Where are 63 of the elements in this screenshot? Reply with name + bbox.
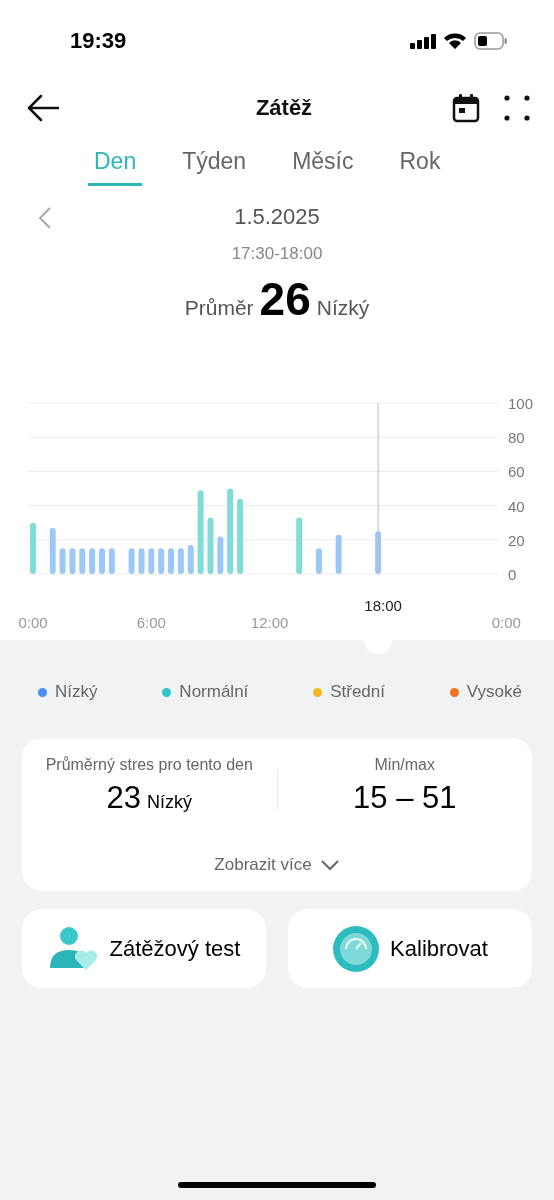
chart-bar <box>79 548 86 574</box>
y-axis-label: 80 <box>508 429 525 447</box>
y-axis-label: 40 <box>508 497 525 515</box>
chart-bar <box>177 548 184 574</box>
chart-bar <box>168 548 175 574</box>
show-more-button[interactable]: Zobrazit více <box>214 855 340 875</box>
date-label: 1.5.2025 <box>234 204 320 230</box>
x-axis-label: 6:00 <box>136 614 166 631</box>
chart-bar <box>217 536 224 574</box>
time-range: 17:30-18:00 <box>230 244 324 264</box>
min-max-value: 15 – 51 <box>353 780 457 816</box>
legend-label: Nízký <box>55 682 98 702</box>
chart-bar <box>315 548 322 574</box>
x-axis-label: 0:00 <box>491 614 521 631</box>
min-max-label: Min/max <box>374 756 435 774</box>
average-level: Nízký <box>316 296 370 320</box>
battery-icon <box>474 32 508 50</box>
back-button[interactable] <box>26 93 60 123</box>
chart-bar <box>335 534 342 574</box>
y-axis-label: 60 <box>508 463 525 481</box>
chart-bar <box>69 548 76 574</box>
chart-bar <box>49 527 56 574</box>
selected-time: 18:00 <box>364 597 402 614</box>
y-axis-label: 0 <box>508 566 517 583</box>
chart-bar <box>108 548 115 574</box>
chart-bar <box>148 548 155 574</box>
legend-label: Normální <box>179 682 249 702</box>
chart-bar <box>158 548 165 574</box>
action-button[interactable]: Kalibrovat <box>288 909 532 988</box>
calendar-button[interactable] <box>452 93 480 123</box>
average-value: 26 <box>259 272 311 326</box>
average-stress-level: Nízký <box>147 792 192 813</box>
chart-bar <box>99 548 105 574</box>
more-button[interactable] <box>504 95 530 121</box>
x-axis-label: 0:00 <box>18 614 48 631</box>
average-stress-value: 23 <box>106 780 141 816</box>
page-title: Zátěž <box>254 95 314 121</box>
gauge-icon <box>332 924 381 973</box>
x-axis-label: 12:00 <box>250 614 289 631</box>
period-tab[interactable]: Měsíc <box>286 141 360 186</box>
legend-label: Vysoké <box>466 682 522 702</box>
signal-icon <box>410 33 436 49</box>
legend-label: Střední <box>330 682 385 702</box>
chart-bar <box>59 548 66 574</box>
average-label: Průměr <box>184 296 254 320</box>
period-tab[interactable]: Rok <box>393 141 447 186</box>
chart-bar <box>207 517 214 574</box>
chart-bar <box>128 548 135 574</box>
chart-bar <box>89 548 96 574</box>
y-axis-label: 100 <box>508 395 534 412</box>
y-axis-label: 20 <box>508 531 525 549</box>
chart-bar <box>296 517 303 574</box>
wifi-icon <box>443 32 467 50</box>
chart-bar <box>30 522 36 574</box>
chart-bar <box>138 548 145 574</box>
action-button[interactable]: Zátěžový test <box>22 909 266 988</box>
chart-bar <box>187 544 194 574</box>
average-stress-label: Průměrný stres pro tento den <box>45 756 253 774</box>
person-heart-icon <box>47 925 100 972</box>
status-time: 19:39 <box>70 28 127 54</box>
period-tab[interactable]: Týden <box>176 141 253 186</box>
chart-bar <box>375 531 382 574</box>
chevron-down-icon <box>319 859 340 871</box>
